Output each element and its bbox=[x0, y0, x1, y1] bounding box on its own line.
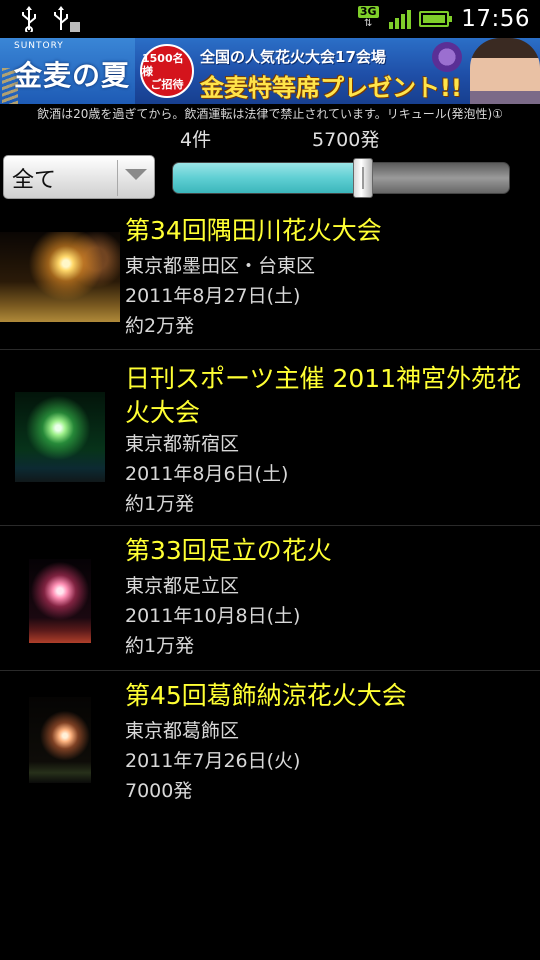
spinner-value: 全て bbox=[12, 168, 57, 193]
ad-offer: 金麦特等席プレゼント!! bbox=[200, 74, 462, 102]
event-location: 東京都新宿区 bbox=[125, 433, 240, 455]
list-item[interactable]: 第33回足立の花火 東京都足立区 2011年10月8日(土) 約1万発 bbox=[0, 526, 540, 671]
slider-thumb[interactable] bbox=[353, 158, 373, 198]
ad-banner[interactable]: SUNTORY 金麦の夏 1500名様 ご招待 全国の人気花火大会17会場 金麦… bbox=[0, 38, 540, 104]
fireworks-thumbnail bbox=[29, 697, 91, 783]
event-shots: 約1万発 bbox=[125, 493, 195, 515]
slider-fill bbox=[173, 163, 362, 193]
list-item[interactable]: 第34回隅田川花火大会 東京都墨田区・台東区 2011年8月27日(土) 約2万… bbox=[0, 206, 540, 350]
event-date: 2011年8月6日(土) bbox=[125, 463, 289, 485]
usb-icon bbox=[22, 6, 36, 32]
spinner-divider bbox=[117, 160, 118, 196]
usb-debug-icon bbox=[54, 6, 80, 32]
ad-brand: SUNTORY bbox=[14, 41, 64, 51]
event-shots: 7000発 bbox=[125, 780, 193, 802]
event-location: 東京都足立区 bbox=[125, 575, 240, 597]
list-item[interactable]: 日刊スポーツ主催 2011神宮外苑花火大会 東京都新宿区 2011年8月6日(土… bbox=[0, 350, 540, 526]
event-date: 2011年10月8日(土) bbox=[125, 605, 301, 627]
status-clock: 17:56 bbox=[461, 6, 530, 32]
ad-brand-panel: SUNTORY 金麦の夏 bbox=[0, 38, 135, 104]
event-title: 第33回足立の花火 bbox=[125, 536, 332, 565]
area-spinner[interactable]: 全て bbox=[3, 155, 155, 199]
fireworks-thumbnail bbox=[15, 392, 105, 482]
fireworks-thumbnail bbox=[29, 559, 91, 643]
event-shots: 約2万発 bbox=[125, 315, 195, 337]
battery-icon bbox=[419, 11, 453, 27]
ad-notice: 飲酒は20歳を過ぎてから。飲酒運転は法律で禁止されています。リキュール(発泡性)… bbox=[0, 104, 540, 124]
network-3g-icon: 3G ⇅ bbox=[357, 5, 379, 29]
event-location: 東京都葛飾区 bbox=[125, 720, 240, 742]
ad-badge: 1500名様 ご招待 bbox=[140, 44, 194, 98]
event-shots: 約1万発 bbox=[125, 635, 195, 657]
ad-badge-line1: 1500名様 bbox=[142, 51, 184, 78]
ad-badge-line2: ご招待 bbox=[150, 77, 184, 91]
shots-threshold-label: 5700発 bbox=[312, 129, 380, 151]
fireworks-thumbnail bbox=[0, 232, 120, 322]
chevron-down-icon bbox=[125, 169, 147, 180]
list-item[interactable]: 第45回葛飾納涼花火大会 東京都葛飾区 2011年7月26日(火) 7000発 bbox=[0, 671, 540, 815]
event-date: 2011年7月26日(火) bbox=[125, 750, 301, 772]
event-location: 東京都墨田区・台東区 bbox=[125, 255, 316, 277]
shots-slider[interactable] bbox=[172, 162, 510, 194]
ad-headline: 全国の人気花火大会17会場 bbox=[200, 48, 386, 66]
result-count: 4件 bbox=[180, 129, 212, 151]
signal-icon bbox=[389, 9, 412, 29]
event-list: 第34回隅田川花火大会 東京都墨田区・台東区 2011年8月27日(土) 約2万… bbox=[0, 206, 540, 815]
event-title: 日刊スポーツ主催 2011神宮外苑花火大会 bbox=[125, 364, 522, 427]
network-type-label: 3G bbox=[357, 5, 379, 18]
ad-title: 金麦の夏 bbox=[14, 59, 131, 92]
event-date: 2011年8月27日(土) bbox=[125, 285, 301, 307]
event-title: 第34回隅田川花火大会 bbox=[125, 216, 382, 245]
status-bar: 3G ⇅ 17:56 bbox=[0, 0, 540, 38]
event-title: 第45回葛飾納涼花火大会 bbox=[125, 681, 407, 710]
fan-graphic bbox=[432, 42, 462, 72]
ad-model-photo bbox=[470, 38, 540, 104]
